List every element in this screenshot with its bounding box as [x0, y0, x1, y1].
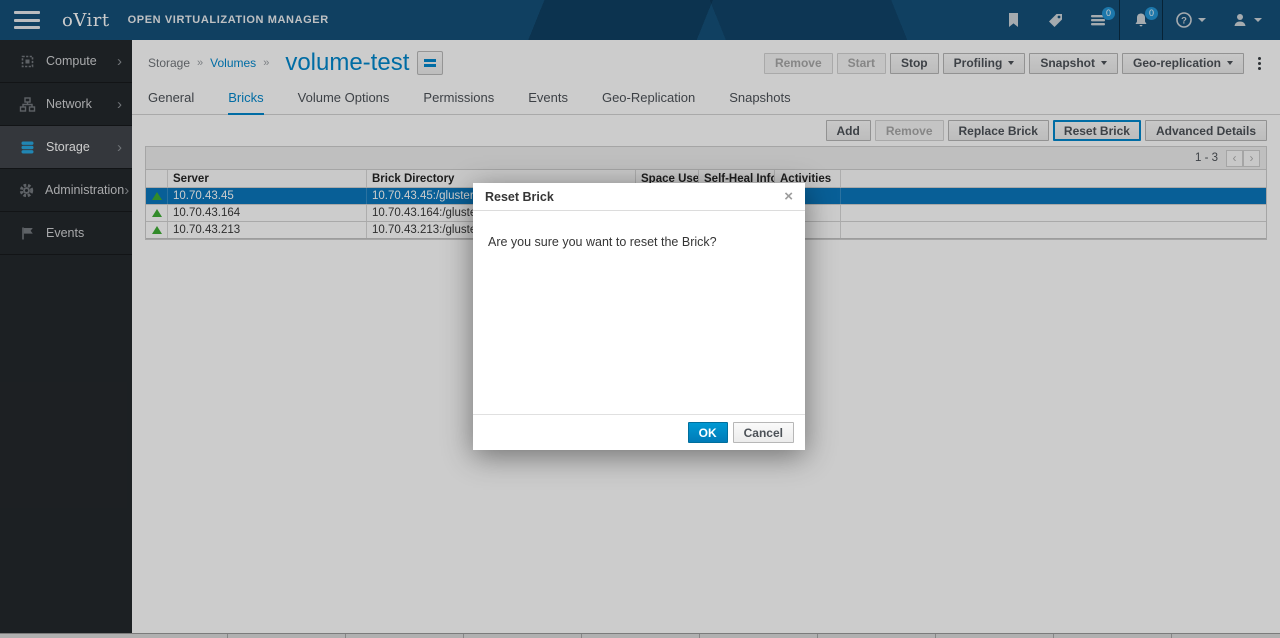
cancel-button[interactable]: Cancel [733, 422, 794, 443]
dialog-body: Are you sure you want to reset the Brick… [473, 211, 805, 414]
confirmation-message: Are you sure you want to reset the Brick… [488, 235, 717, 249]
close-icon[interactable]: × [784, 189, 793, 204]
dialog-header: Reset Brick × [473, 183, 805, 211]
reset-brick-dialog: Reset Brick × Are you sure you want to r… [473, 183, 805, 450]
dialog-footer: OK Cancel [473, 414, 805, 450]
ok-button[interactable]: OK [688, 422, 728, 443]
dialog-title: Reset Brick [485, 190, 554, 204]
